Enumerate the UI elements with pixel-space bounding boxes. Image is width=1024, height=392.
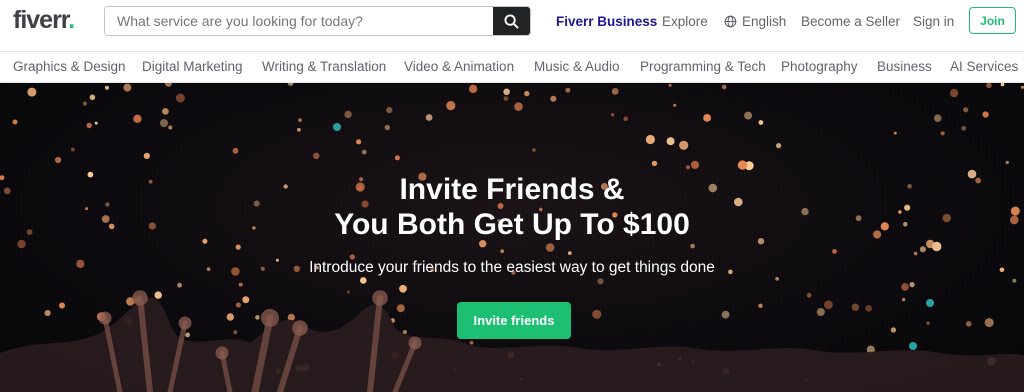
category-video-animation[interactable]: Video & Animation (404, 52, 514, 82)
globe-icon (724, 15, 737, 27)
become-seller-link[interactable]: Become a Seller (801, 14, 900, 29)
join-button[interactable]: Join (969, 7, 1016, 34)
top-header: fiverr. Fiverr Business Explore English … (0, 0, 1024, 42)
category-programming-tech[interactable]: Programming & Tech (640, 52, 766, 82)
category-digital-marketing[interactable]: Digital Marketing (142, 52, 243, 82)
header-nav: Fiverr Business Explore English Become a… (0, 0, 1024, 42)
invite-friends-button[interactable]: Invite friends (457, 302, 571, 339)
language-selector[interactable]: English (724, 14, 786, 29)
category-graphics-design[interactable]: Graphics & Design (13, 52, 126, 82)
fiverr-business-link[interactable]: Fiverr Business (556, 14, 657, 29)
hero-title-line2: You Both Get Up To $100 (334, 208, 690, 241)
category-ai-services[interactable]: AI Services (950, 52, 1018, 82)
hero-subtitle: Introduce your friends to the easiest wa… (309, 259, 715, 276)
language-label: English (742, 13, 787, 29)
category-photography[interactable]: Photography (781, 52, 858, 82)
category-bar: Graphics & Design Digital Marketing Writ… (0, 51, 1024, 83)
category-writing-translation[interactable]: Writing & Translation (262, 52, 386, 82)
hero-title-line1: Invite Friends & (399, 173, 625, 206)
category-music-audio[interactable]: Music & Audio (534, 52, 620, 82)
category-business[interactable]: Business (877, 52, 932, 82)
sign-in-link[interactable]: Sign in (913, 14, 954, 29)
hero-banner: Invite Friends & You Both Get Up To $100… (0, 83, 1024, 392)
explore-link[interactable]: Explore (662, 14, 708, 29)
